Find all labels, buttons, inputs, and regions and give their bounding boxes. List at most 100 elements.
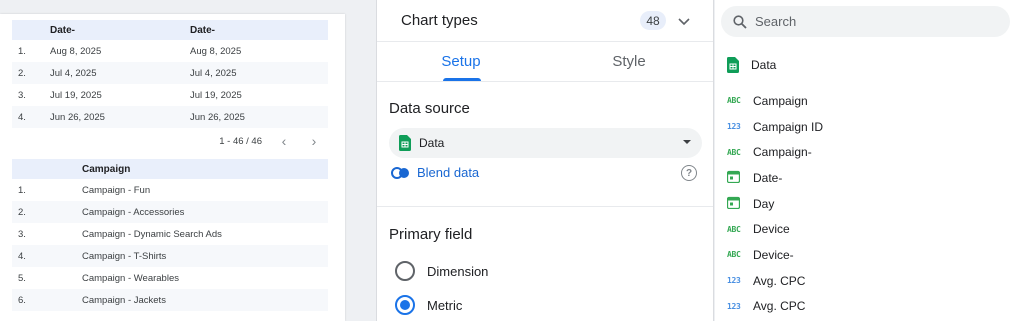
table-row: 4. Campaign - T-Shirts [12,245,328,267]
radio-button[interactable] [395,295,415,315]
radio-label: Metric [427,297,463,313]
field-item[interactable]: 123 Avg. CPC [727,268,1007,294]
field-item[interactable]: Day [726,191,1007,217]
field-item[interactable]: ABC Campaign [727,88,1007,114]
row-index: 2. [18,67,26,79]
row-index: 2. [18,206,26,218]
cell-campaign: Campaign - Wearables [82,272,179,284]
row-index: 1. [18,184,26,196]
search-input[interactable] [755,14,995,29]
chart-types-label: Chart types [401,12,478,29]
data-source-title: Data source [389,100,470,117]
row-index: 4. [18,250,26,262]
field-name: Device [753,222,790,237]
data-source-header[interactable]: Data [727,57,776,73]
calendar-icon [726,196,753,211]
chevron-right-icon[interactable]: › [304,134,324,148]
cell-campaign: Campaign - Fun [82,184,151,196]
cell-date-1: Jun 26, 2025 [50,111,105,123]
field-item[interactable]: ABC Device [727,216,1007,242]
table-row: 3. Jul 19, 2025 Jul 19, 2025 [12,84,328,106]
table-row: 4. Jun 26, 2025 Jun 26, 2025 [12,106,328,128]
table-header: Campaign [12,159,328,179]
row-index: 3. [18,228,26,240]
text-type-icon: ABC [727,147,741,157]
text-type-icon: ABC [727,224,741,234]
radio-button[interactable] [395,261,415,281]
cell-date-2: Jun 26, 2025 [190,111,245,123]
data-source-label: Data [751,58,777,72]
text-type-icon: ABC [727,250,741,260]
table-row: 6. Campaign - Jackets [12,289,328,311]
chart-types-count-badge: 48 [640,11,666,30]
date-table[interactable]: Date- Date- 1. Aug 8, 2025 Aug 8, 2025 2… [12,20,328,128]
panel-tabs: Setup Style [377,42,713,82]
header-date-1[interactable]: Date- [50,25,190,36]
campaign-table[interactable]: Campaign 1. Campaign - Fun 2. Campaign -… [12,159,328,311]
blend-data-link[interactable]: Blend data [391,165,479,180]
blend-data-label: Blend data [417,165,480,180]
number-type-icon: 123 [727,122,741,132]
field-item[interactable]: ABC Device- [727,242,1007,268]
number-type-icon: 123 [727,276,741,286]
cell-campaign: Campaign - Jackets [82,294,166,306]
field-name: Day [753,196,775,211]
cell-date-2: Aug 8, 2025 [190,45,242,57]
calendar-icon [726,170,753,185]
field-search[interactable] [721,6,1010,37]
data-fields-panel: Data ABC Campaign 123 Campaign ID ABC Ca… [715,0,1024,321]
field-name: Device- [753,247,794,262]
cell-date-1: Jul 19, 2025 [50,89,102,101]
table-header: Date- Date- [12,20,328,40]
pagination-text: 1 - 46 / 46 [219,135,262,147]
field-name: Campaign [753,93,808,108]
radio-label: Dimension [427,263,489,279]
cell-date-2: Jul 19, 2025 [190,89,242,101]
field-list: ABC Campaign 123 Campaign ID ABC Campaig… [726,88,1007,320]
chart-setup-panel: Chart types 48 Setup Style Data source D… [376,0,714,321]
row-index: 1. [18,45,26,57]
primary-field-title: Primary field [389,226,473,243]
table-row: 2. Jul 4, 2025 Jul 4, 2025 [12,62,328,84]
field-item[interactable]: ABC Campaign- [727,139,1007,165]
tab-style[interactable]: Style [545,42,713,81]
radio-dimension[interactable]: Dimension [395,261,488,281]
section-divider [377,206,713,207]
sheets-icon [727,57,739,73]
dropdown-caret-icon [683,140,691,144]
data-source-value: Data [419,136,445,150]
table-row: 2. Campaign - Accessories [12,201,328,223]
field-name: Campaign- [753,145,812,160]
table-row: 1. Aug 8, 2025 Aug 8, 2025 [12,40,328,62]
header-campaign[interactable]: Campaign [12,164,328,175]
tab-setup[interactable]: Setup [377,42,545,81]
table-row: 5. Campaign - Wearables [12,267,328,289]
row-index: 6. [18,294,26,306]
help-icon[interactable]: ? [681,165,697,181]
radio-metric[interactable]: Metric [395,295,462,315]
cell-date-1: Jul 4, 2025 [50,67,97,79]
cell-campaign: Campaign - T-Shirts [82,250,167,262]
field-name: Avg. CPC [753,299,806,314]
data-source-select[interactable]: Data [389,128,702,158]
sheets-icon [399,135,411,151]
row-index: 3. [18,89,26,101]
field-name: Date- [753,170,783,185]
field-name: Campaign ID [753,119,824,134]
search-icon [733,14,747,29]
table-row: 1. Campaign - Fun [12,179,328,201]
cell-date-2: Jul 4, 2025 [190,67,237,79]
field-item[interactable]: Date- [726,165,1007,191]
field-item[interactable]: 123 Avg. CPC [727,294,1007,320]
field-name: Avg. CPC [753,273,806,288]
chevron-down-icon[interactable] [677,14,691,28]
chevron-left-icon[interactable]: ‹ [274,134,294,148]
header-date-2[interactable]: Date- [190,25,328,36]
field-item[interactable]: 123 Campaign ID [727,114,1007,140]
cell-campaign: Campaign - Accessories [82,206,185,218]
table-row: 3. Campaign - Dynamic Search Ads [12,223,328,245]
blend-icon [391,166,409,179]
text-type-icon: ABC [727,96,741,106]
cell-campaign: Campaign - Dynamic Search Ads [82,228,222,240]
number-type-icon: 123 [727,301,741,311]
